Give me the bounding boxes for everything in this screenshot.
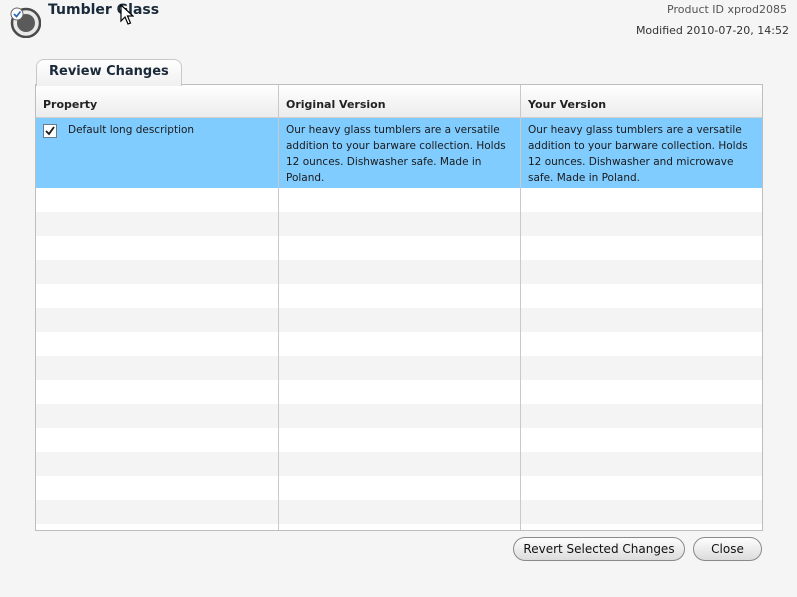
original-version-cell: Our heavy glass tumblers are a versatile… (279, 118, 521, 188)
empty-cell (521, 188, 762, 212)
empty-cell (279, 524, 521, 530)
property-label: Default long description (68, 124, 195, 136)
empty-cell (36, 380, 279, 404)
empty-cell (521, 380, 762, 404)
empty-cell (279, 452, 521, 476)
empty-cell (36, 404, 279, 428)
empty-cell (279, 380, 521, 404)
empty-table-row (36, 260, 762, 284)
column-header-original[interactable]: Original Version (279, 85, 521, 117)
column-header-yours[interactable]: Your Version (521, 85, 762, 117)
empty-cell (279, 188, 521, 212)
modified-timestamp: Modified 2010-07-20, 14:52 (635, 24, 789, 37)
empty-cell (36, 476, 279, 500)
empty-table-row (36, 428, 762, 452)
empty-cell (279, 236, 521, 260)
empty-table-row (36, 332, 762, 356)
empty-cell (36, 356, 279, 380)
checkmark-icon (45, 126, 55, 136)
empty-cell (279, 284, 521, 308)
empty-table-row (36, 380, 762, 404)
empty-cell (521, 500, 762, 524)
row-checkbox[interactable] (43, 124, 57, 138)
empty-cell (279, 356, 521, 380)
property-cell: Default long description (36, 118, 279, 188)
empty-cell (521, 284, 762, 308)
empty-cell (279, 332, 521, 356)
page-title: Tumbler Glass (48, 2, 160, 18)
product-globe-icon (10, 7, 41, 38)
empty-cell (36, 284, 279, 308)
empty-table-row (36, 284, 762, 308)
empty-table-row (36, 188, 762, 212)
empty-cell (279, 428, 521, 452)
empty-table-row (36, 476, 762, 500)
empty-cell (36, 500, 279, 524)
product-id-label: Product ID xprod2085 (667, 3, 787, 16)
empty-table-row (36, 524, 762, 530)
empty-cell (36, 260, 279, 284)
column-header-property[interactable]: Property (36, 85, 279, 117)
empty-cell (521, 212, 762, 236)
mouse-cursor-icon (120, 4, 134, 25)
empty-cell (279, 212, 521, 236)
empty-table-row (36, 404, 762, 428)
empty-cell (521, 260, 762, 284)
empty-cell (279, 308, 521, 332)
empty-cell (521, 404, 762, 428)
empty-cell (279, 260, 521, 284)
empty-cell (36, 452, 279, 476)
empty-cell (279, 404, 521, 428)
empty-cell (36, 428, 279, 452)
empty-table-row (36, 236, 762, 260)
empty-table-row (36, 500, 762, 524)
your-version-cell: Our heavy glass tumblers are a versatile… (528, 124, 748, 184)
empty-cell (521, 308, 762, 332)
empty-table-row (36, 308, 762, 332)
empty-cell (521, 452, 762, 476)
empty-cell (36, 308, 279, 332)
empty-cell (36, 236, 279, 260)
empty-cell (279, 476, 521, 500)
empty-table-row (36, 212, 762, 236)
empty-cell (36, 212, 279, 236)
tab-review-changes[interactable]: Review Changes (36, 59, 182, 86)
empty-table-row (36, 356, 762, 380)
empty-cell (521, 476, 762, 500)
empty-table-row (36, 452, 762, 476)
changes-table: Property Original Version Your Version D… (35, 84, 763, 531)
empty-cell (521, 428, 762, 452)
table-header: Property Original Version Your Version (36, 85, 762, 118)
empty-cell (521, 356, 762, 380)
empty-cell (36, 332, 279, 356)
empty-cell (279, 500, 521, 524)
table-row[interactable]: Default long description Our heavy glass… (36, 118, 762, 188)
empty-cell (36, 524, 279, 530)
empty-cell (521, 524, 762, 530)
empty-cell (521, 236, 762, 260)
close-button[interactable]: Close (693, 537, 762, 561)
empty-cell (521, 332, 762, 356)
empty-cell (36, 188, 279, 212)
revert-selected-changes-button[interactable]: Revert Selected Changes (513, 537, 685, 561)
